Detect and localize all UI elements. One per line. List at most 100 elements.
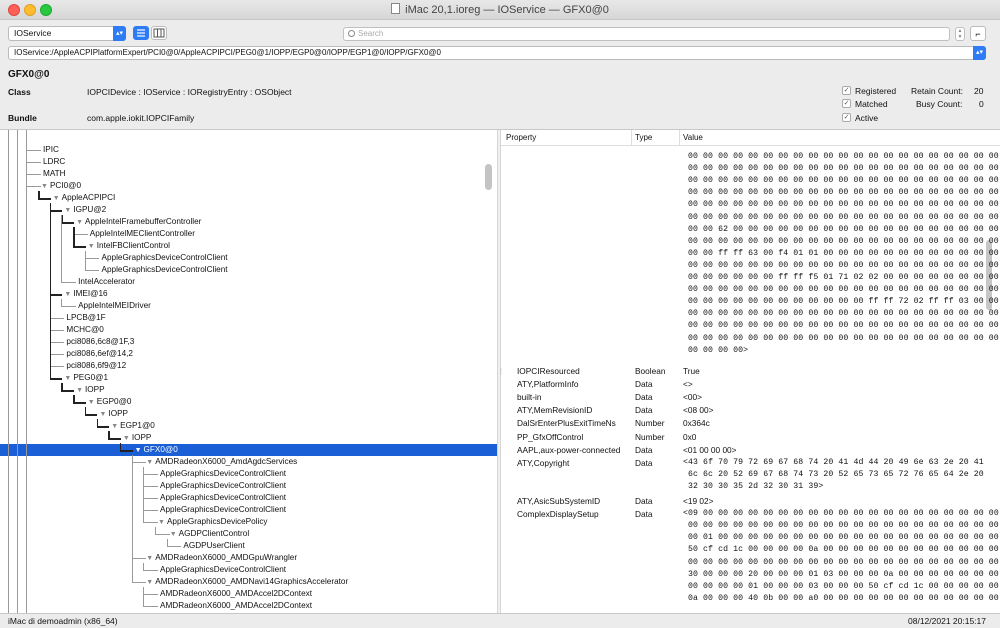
tree-row[interactable]: ▼ IOPP — [0, 432, 497, 444]
tree-row[interactable]: ▼ IGPU@2 — [0, 204, 497, 216]
tree-connector — [131, 582, 147, 583]
property-name[interactable]: IOPCIResourced — [517, 366, 580, 376]
disclosure-triangle-icon[interactable]: ▼ — [76, 219, 83, 226]
tree-row[interactable]: LDRC — [0, 156, 497, 168]
tree-row[interactable]: ▼ AMDRadeonX6000_AMDNavi14GraphicsAcceler… — [0, 576, 497, 588]
tree-row[interactable]: AMDRadeonX6000_AMDAccel2DContext — [0, 588, 497, 600]
column-property-header[interactable]: Property — [506, 133, 536, 142]
tree-row[interactable]: ▼ AMDRadeonX6000_AMDGpuWrangler — [0, 552, 497, 564]
tree-row[interactable]: MCHC@0 — [0, 324, 497, 336]
tree-connector — [73, 395, 75, 402]
disclosure-triangle-icon[interactable]: ▼ — [53, 195, 60, 202]
tree-row[interactable]: ▼ GFX0@0 — [0, 444, 497, 456]
property-type: Data — [635, 379, 653, 390]
disclosure-triangle-icon[interactable]: ▼ — [76, 387, 83, 394]
column-value-header[interactable]: Value — [683, 133, 703, 142]
disclosure-triangle-icon[interactable]: ▼ — [88, 399, 95, 406]
property-name[interactable]: PP_GfxOffControl — [517, 432, 583, 442]
column-type-header[interactable]: Type — [635, 133, 652, 142]
disclosure-triangle-icon[interactable]: ▼ — [123, 435, 130, 442]
tree-row[interactable]: AppleGraphicsDeviceControlClient — [0, 252, 497, 264]
tree-row[interactable]: pci8086,6f9@12 — [0, 360, 497, 372]
tree-row[interactable]: ▼ IOPP — [0, 408, 497, 420]
property-name[interactable]: ATY,AsicSubSystemID — [517, 496, 600, 506]
hex-dump-line: 00 00 ff ff 63 00 f4 01 01 00 00 00 00 0… — [688, 248, 999, 258]
hex-dump-line: 00 00 00 00 00 00 00 00 00 00 00 00 00 0… — [688, 188, 999, 198]
disclosure-triangle-icon[interactable]: ▼ — [135, 447, 142, 454]
property-value: <43 6f 70 79 72 69 67 68 74 20 41 4d 44 … — [683, 457, 984, 467]
disclosure-triangle-icon[interactable]: ▼ — [100, 411, 107, 418]
disclosure-triangle-icon[interactable]: ▼ — [41, 183, 48, 190]
property-type: Data — [635, 496, 653, 506]
tree-row-label: EGP1@0 — [120, 421, 155, 430]
property-name[interactable]: built-in — [517, 392, 541, 402]
property-name[interactable]: ATY,PlatformInfo — [517, 379, 579, 389]
tree-row[interactable]: pci8086,6ef@14,2 — [0, 348, 497, 360]
tree-row-label: AppleGraphicsDevicePolicy — [166, 517, 268, 526]
tree-connector — [155, 527, 156, 534]
tree-connector — [49, 354, 65, 355]
search-input[interactable]: Search — [343, 27, 950, 41]
path-chevron-icon: ▴▾ — [973, 46, 986, 60]
tree-row[interactable]: ▼ PCI0@0 — [0, 180, 497, 192]
column-view-button[interactable] — [151, 26, 167, 40]
property-name[interactable]: AAPL,aux-power-connected — [517, 445, 620, 455]
tree-row[interactable]: AppleGraphicsDeviceControlClient — [0, 492, 497, 504]
tree-row[interactable]: pci8086,6c8@1F,3 — [0, 336, 497, 348]
path-select[interactable]: IOService:/AppleACPIPlatformExpert/PCI0@… — [8, 46, 986, 60]
tree-row[interactable]: MATH — [0, 168, 497, 180]
registered-checkbox[interactable]: ✓ — [842, 86, 851, 95]
tree-row[interactable]: AppleGraphicsDeviceControlClient — [0, 468, 497, 480]
disclosure-triangle-icon[interactable]: ▼ — [146, 555, 153, 562]
tree-row-label: LPCB@1F — [66, 313, 106, 322]
tree-row[interactable]: ▼ EGP1@0 — [0, 420, 497, 432]
column-view-icon — [153, 28, 165, 38]
tree-row-label: AMDRadeonX6000_AMDGpuWrangler — [155, 553, 298, 562]
disclosure-triangle-icon[interactable]: ▼ — [158, 519, 165, 526]
tree-row[interactable]: ▼ IMEI@16 — [0, 288, 497, 300]
tree-row-label: IOPP — [131, 433, 152, 442]
plane-select[interactable]: IOService ▴▾ — [8, 26, 126, 41]
active-checkbox[interactable]: ✓ — [842, 113, 851, 122]
list-view-button[interactable] — [133, 26, 149, 40]
inspector-button[interactable]: ⌐ — [970, 26, 986, 41]
tree-row[interactable]: LPCB@1F — [0, 312, 497, 324]
registry-tree[interactable]: IPIC LDRC MATH ▼ PCI0@0 ▼ AppleACPIPCI ▼ IGPU@2 ▼… — [0, 130, 497, 614]
tree-connector — [61, 215, 63, 282]
property-name[interactable]: ComplexDisplaySetup — [517, 509, 599, 519]
property-name[interactable]: ATY,Copyright — [517, 458, 569, 468]
tree-connector — [38, 191, 40, 198]
tree-row-label: AppleGraphicsDeviceControlClient — [160, 505, 287, 514]
disclosure-triangle-icon[interactable]: ▼ — [170, 531, 177, 538]
tree-row-label: EGP0@0 — [96, 397, 132, 406]
tree-row[interactable]: ▼ AppleGraphicsDevicePolicy — [0, 516, 497, 528]
search-stepper[interactable]: ▲ ▼ — [955, 27, 965, 41]
tree-connector — [143, 563, 145, 570]
property-name[interactable]: ATY,MemRevisionID — [517, 405, 592, 415]
tree-row[interactable]: IPIC — [0, 144, 497, 156]
tree-row[interactable]: ▼ AGDPClientControl — [0, 528, 497, 540]
disclosure-triangle-icon[interactable]: ▼ — [111, 423, 118, 430]
tree-row[interactable]: ▼ PEG0@1 — [0, 372, 497, 384]
tree-row[interactable]: AppleGraphicsDeviceControlClient — [0, 480, 497, 492]
tree-connector — [26, 174, 41, 175]
tree-row[interactable]: AppleGraphicsDeviceControlClient — [0, 564, 497, 576]
tree-row[interactable]: AppleGraphicsDeviceControlClient — [0, 504, 497, 516]
tree-row[interactable]: AMDRadeonX6000_AMDAccel2DContext — [0, 600, 497, 612]
tree-connector — [143, 522, 158, 523]
tree-connector — [119, 450, 133, 452]
disclosure-triangle-icon[interactable]: ▼ — [64, 291, 71, 298]
tree-row[interactable]: AppleGraphicsDeviceControlClient — [0, 264, 497, 276]
disclosure-triangle-icon[interactable]: ▼ — [88, 243, 95, 250]
hex-dump-line: 00 00 00 00 00 00 00 00 00 00 00 00 00 0… — [688, 176, 999, 186]
tree-row[interactable]: AGDPUserClient — [0, 540, 497, 552]
disclosure-triangle-icon[interactable]: ▼ — [146, 459, 153, 466]
disclosure-triangle-icon[interactable]: ▼ — [64, 207, 71, 214]
properties-table[interactable]: Property Type Value 00 00 00 00 00 00 00… — [501, 130, 1000, 614]
property-name[interactable]: DalSrEnterPlusExitTimeNs — [517, 418, 616, 428]
tree-row[interactable]: ▼ AMDRadeonX6000_AmdAgdcServices — [0, 456, 497, 468]
disclosure-triangle-icon[interactable]: ▼ — [146, 579, 153, 586]
matched-checkbox[interactable]: ✓ — [842, 99, 851, 108]
disclosure-triangle-icon[interactable]: ▼ — [64, 375, 71, 382]
tree-row[interactable]: ▼ AppleACPIPCI — [0, 192, 497, 204]
